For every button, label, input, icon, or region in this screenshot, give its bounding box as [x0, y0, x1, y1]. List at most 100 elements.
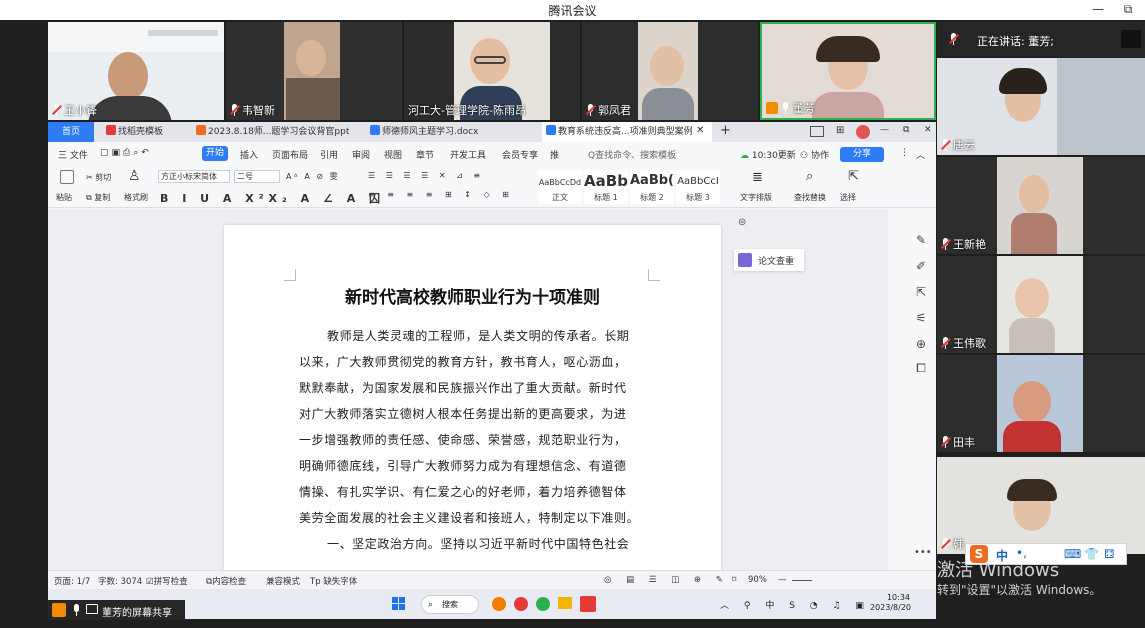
view-mode-icons[interactable]: ◎ ▤ ☰ ◫ ⊕ ✎	[604, 575, 729, 585]
select-icon[interactable]: ⇱	[914, 285, 928, 299]
zoom-level[interactable]: 90%	[748, 575, 767, 585]
add-tab-button[interactable]: +	[720, 123, 731, 138]
share-button[interactable]: 分享	[840, 147, 884, 162]
windows-start-icon[interactable]	[392, 597, 406, 611]
tab-docer-templates[interactable]: 找稻壳模板	[102, 122, 190, 142]
app-icon[interactable]	[514, 597, 528, 611]
quick-access-icons[interactable]: ▢▣⎙⌕↶	[100, 148, 152, 158]
content-check-button[interactable]: ⧉内容检查	[206, 575, 246, 587]
collab-button[interactable]: ⚇ 协作	[800, 148, 829, 161]
spell-check-button[interactable]: ☑拼写检查	[146, 575, 188, 587]
menu-more[interactable]: 推	[550, 148, 559, 161]
format-painter-icon[interactable]: ♙	[128, 168, 141, 184]
system-tray-icons[interactable]: ︿ ⚲ 中 S ◔ ♫ ▣	[720, 598, 870, 611]
firefox-icon[interactable]	[492, 597, 506, 611]
zoom-out-button[interactable]: —	[778, 575, 787, 585]
menu-references[interactable]: 引用	[320, 148, 338, 161]
video-tile[interactable]: 河工大-管理学院-陈雨昂	[404, 22, 580, 120]
menu-start[interactable]: 开始	[202, 146, 228, 161]
file-explorer-icon[interactable]	[558, 597, 572, 609]
menu-view[interactable]: 视图	[384, 148, 402, 161]
video-tile[interactable]: 王新艳	[937, 157, 1145, 254]
menu-developer[interactable]: 开发工具	[450, 148, 486, 161]
ime-toolbar[interactable]: S 中 •, ⌨ 👕 ⚃	[965, 543, 1127, 565]
font-family-select[interactable]: 方正小标宋简体	[158, 170, 230, 183]
more-icon[interactable]: ⋮	[900, 148, 909, 158]
wps-icon[interactable]	[580, 596, 596, 612]
zoom-slider[interactable]	[792, 580, 812, 581]
ime-voice-icon[interactable]	[1046, 548, 1055, 560]
close-icon[interactable]: ✕	[924, 125, 932, 135]
video-tile[interactable]: 田丰	[937, 355, 1145, 452]
style-heading-3[interactable]: AaBbCcI 标题 3	[676, 170, 720, 204]
edge-icon[interactable]	[536, 597, 550, 611]
tab-ppt[interactable]: 2023.8.18师...题学习会议背官ppt	[192, 122, 364, 142]
tab-docx-active[interactable]: 教育系统违反高...项准则典型案例	[542, 122, 712, 142]
font-size-select[interactable]: 二号	[234, 170, 280, 183]
video-tile[interactable]: 王伟歌	[937, 256, 1145, 353]
adjust-icon[interactable]: ⚟	[914, 311, 928, 325]
menu-page-layout[interactable]: 页面布局	[272, 148, 308, 161]
cut-button[interactable]: ✂ 剪切	[86, 172, 111, 183]
minimize-icon[interactable]: —	[880, 125, 889, 135]
tab-close-icon[interactable]: ✕	[696, 125, 704, 136]
restore-button[interactable]: ⧉	[1117, 0, 1139, 20]
screen-share-indicator[interactable]: 董芳的屏幕共享	[48, 600, 185, 620]
compass-icon[interactable]: ⊕	[914, 337, 928, 351]
style-heading-1[interactable]: AaBb 标题 1	[584, 170, 628, 204]
alignment-icons[interactable]: ≡ ≡ ≡ ≡ ⊞ ↕ ◇ ⊞	[368, 190, 514, 199]
search-icon[interactable]: ⌕	[806, 169, 813, 184]
grid-icon[interactable]: ⊞	[836, 125, 844, 136]
text-layout-icon[interactable]: ≣	[752, 170, 763, 185]
list-icons[interactable]: ☰ ☰ ☰ ☰ ✕ ⊿ ≡	[368, 171, 484, 180]
frame-icon[interactable]: ⧠	[914, 361, 928, 376]
collapse-panel-icon[interactable]: ⊜	[738, 217, 746, 228]
video-tile[interactable]: 唐云	[937, 58, 1145, 155]
video-tile[interactable]: 郭凤君	[582, 22, 758, 120]
window-mode-icon[interactable]	[810, 126, 824, 137]
avatar[interactable]	[856, 125, 870, 139]
collapse-icon[interactable]	[1121, 30, 1141, 48]
cursor-icon[interactable]: ⇱	[848, 169, 859, 184]
tab-home[interactable]: 首页	[48, 122, 94, 142]
more-dots-icon[interactable]: •••	[914, 547, 932, 558]
find-replace-button[interactable]: 查找替换	[794, 192, 826, 203]
video-tile[interactable]: 韩	[937, 457, 1145, 554]
fit-icon[interactable]: ⌑	[732, 575, 736, 585]
word-count[interactable]: 字数: 3074	[98, 575, 142, 587]
menu-chapter[interactable]: 章节	[416, 148, 434, 161]
style-icon[interactable]: ✎	[914, 233, 928, 247]
ime-punct-icon[interactable]: •,	[1016, 546, 1027, 560]
paste-button[interactable]: 粘贴	[56, 192, 72, 203]
video-tile[interactable]: 韦智新	[226, 22, 402, 120]
minimize-button[interactable]: —	[1087, 0, 1109, 20]
style-heading-2[interactable]: AaBb(标题 2	[630, 170, 674, 204]
document-page[interactable]: 新时代高校教师职业行为十项准则 教师是人类灵魂的工程师，是人类文明的传承者。长期…	[224, 225, 721, 570]
thesis-check-button[interactable]: 论文查重	[734, 249, 804, 271]
style-normal[interactable]: AaBbCcDd 正文	[538, 170, 582, 204]
ime-skin-icon[interactable]: 👕	[1084, 547, 1099, 561]
clock[interactable]: 10:34 2023/8/20	[870, 593, 911, 613]
missing-font-button[interactable]: Tр 缺失字体	[310, 575, 357, 587]
video-tile-active-speaker[interactable]: 董芳	[760, 22, 936, 120]
copy-button[interactable]: ⧉ 复制	[86, 192, 110, 203]
menu-file[interactable]: 三 文件	[58, 148, 88, 161]
menu-review[interactable]: 审阅	[352, 148, 370, 161]
format-painter-button[interactable]: 格式刷	[124, 192, 148, 203]
command-search[interactable]: Q查找命令、搜索模板	[588, 148, 676, 161]
select-button[interactable]: 选择	[840, 192, 856, 203]
ime-tools-icon[interactable]: ⚃	[1104, 547, 1114, 561]
ime-keyboard-icon[interactable]: ⌨	[1064, 547, 1081, 561]
video-tile[interactable]: 王小锋	[48, 22, 224, 120]
restore-icon[interactable]: ⧉	[903, 125, 909, 135]
tab-docx-1[interactable]: 师德师风主题学习.docx	[366, 122, 538, 142]
font-grow-shrink-icons[interactable]: Aᐞ A ⊘ 雯	[286, 171, 340, 182]
menu-member[interactable]: 会员专享	[502, 148, 538, 161]
pen-icon[interactable]: ✐	[914, 259, 928, 273]
menu-insert[interactable]: 插入	[240, 148, 258, 161]
paste-icon[interactable]	[60, 170, 74, 184]
collapse-ribbon-icon[interactable]: ︿	[916, 148, 925, 161]
ime-lang[interactable]: 中	[996, 547, 1008, 564]
text-layout-button[interactable]: 文字排版	[740, 192, 772, 203]
text-format-icons[interactable]: B I U A X²X₂ A ∠ A 囚	[160, 190, 385, 206]
